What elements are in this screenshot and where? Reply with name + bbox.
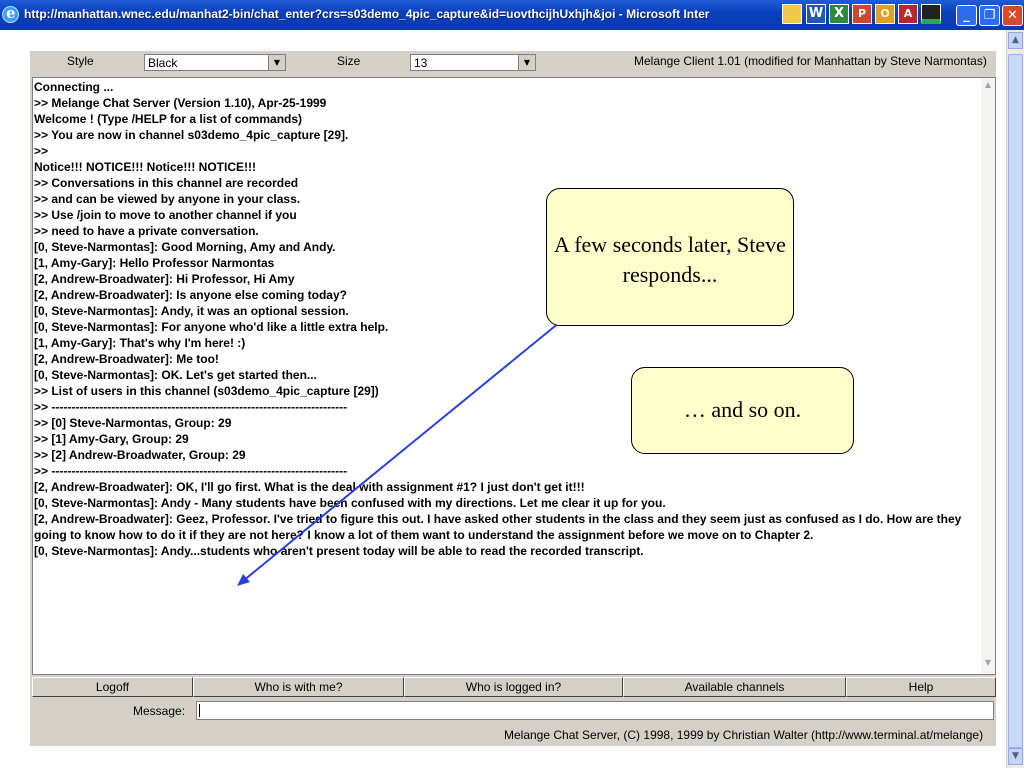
- callout-text: A few seconds later, Steve responds...: [554, 232, 786, 287]
- callout-arrow: [242, 321, 561, 582]
- callout-text: … and so on.: [683, 397, 802, 422]
- annotation-overlay: [237, 321, 561, 586]
- callout-and-so-on: … and so on.: [631, 367, 854, 454]
- callout-steve-responds: A few seconds later, Steve responds...: [546, 188, 794, 326]
